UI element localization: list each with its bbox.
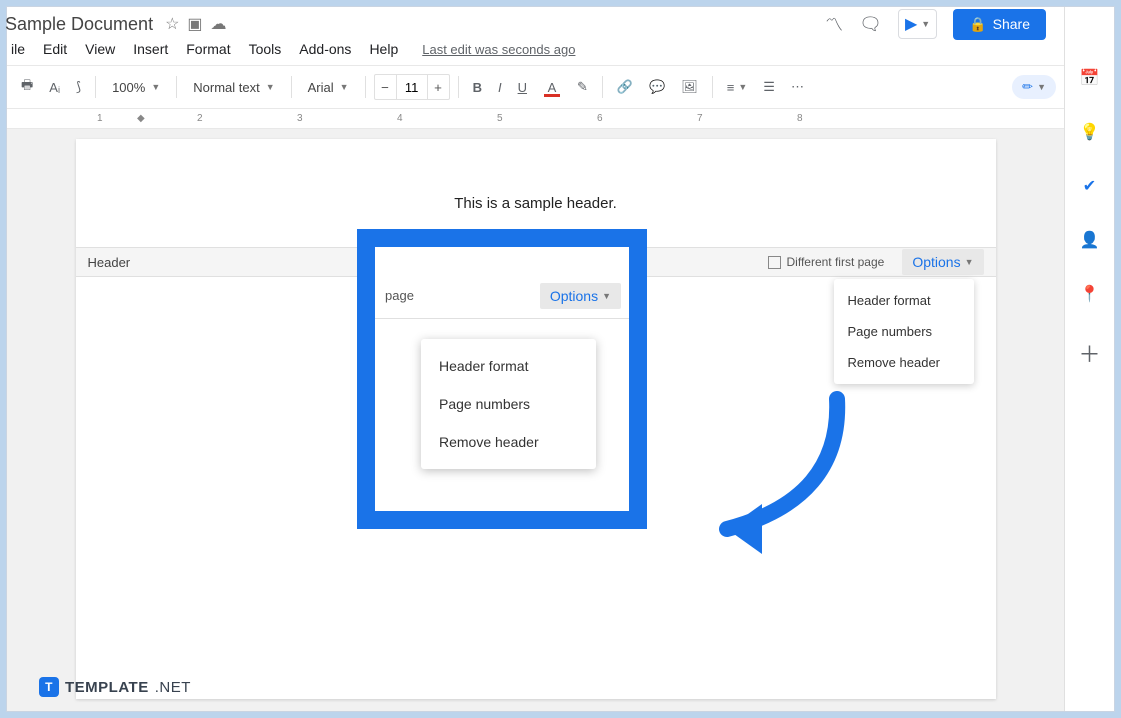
highlight-button[interactable]: ✎ [571, 75, 594, 99]
menu-tools[interactable]: Tools [249, 41, 282, 57]
present-button[interactable]: ▶▼ [898, 9, 937, 39]
move-icon[interactable]: ▣ [187, 14, 202, 34]
zoom-select[interactable]: 100%▼ [104, 76, 168, 99]
more-button[interactable]: ⋯ [785, 75, 810, 99]
brand-suffix: .NET [155, 679, 191, 696]
header-options-menu: Header format Page numbers Remove header [834, 279, 974, 384]
callout-menu-page-numbers[interactable]: Page numbers [421, 385, 596, 423]
options-label: Options [912, 254, 960, 270]
header-text[interactable]: This is a sample header. [156, 195, 916, 212]
font-size-stepper[interactable]: − + [374, 74, 450, 100]
menu-format[interactable]: Format [186, 41, 230, 57]
share-button[interactable]: 🔒 Share [953, 9, 1046, 40]
callout-box: page Options ▼ Header format Page numbers… [357, 229, 647, 529]
menu-edit[interactable]: Edit [43, 41, 67, 57]
side-panel: 📅 💡 ✔ 👤 📍 ＋ [1064, 7, 1114, 711]
caret-down-icon: ▼ [965, 257, 974, 267]
cloud-icon[interactable]: ☁ [211, 14, 227, 34]
menu-help[interactable]: Help [369, 41, 398, 57]
bold-button[interactable]: B [467, 76, 488, 99]
editing-mode-button[interactable]: ✏▼ [1012, 75, 1056, 99]
font-select[interactable]: Arial▼ [300, 76, 357, 99]
zoom-value: 100% [112, 80, 145, 95]
insert-image-button[interactable]: 🖼 [675, 75, 704, 99]
pencil-icon: ✏ [1022, 79, 1033, 95]
style-select[interactable]: Normal text▼ [185, 76, 282, 99]
different-first-page-label: Different first page [787, 255, 885, 269]
arrow-icon [667, 389, 857, 569]
caret-down-icon: ▼ [602, 291, 611, 301]
calendar-icon[interactable]: 📅 [1079, 67, 1101, 89]
contacts-icon[interactable]: 👤 [1079, 229, 1101, 251]
tasks-icon[interactable]: ✔ [1079, 175, 1101, 197]
activity-icon[interactable]: 〽 [825, 11, 843, 37]
text-color-button[interactable]: A [537, 76, 567, 99]
insert-link-button[interactable]: 🔗 [611, 75, 639, 99]
brand-badge-icon: T [39, 677, 59, 697]
lock-icon: 🔒 [969, 16, 986, 33]
menu-file[interactable]: ile [11, 41, 25, 57]
watermark: T TEMPLATE .NET [39, 677, 191, 697]
underline-button[interactable]: U [512, 76, 533, 99]
line-spacing-button[interactable]: ☰ [757, 75, 781, 99]
share-label: Share [993, 16, 1030, 32]
menu-header-format[interactable]: Header format [834, 285, 974, 316]
paint-format-icon[interactable]: ⟆ [70, 75, 87, 99]
different-first-page-checkbox[interactable] [768, 256, 781, 269]
callout-menu-remove-header[interactable]: Remove header [421, 423, 596, 461]
insert-comment-button[interactable]: 💬 [643, 75, 671, 99]
menu-view[interactable]: View [85, 41, 115, 57]
font-value: Arial [308, 80, 334, 95]
font-size-increase[interactable]: + [427, 75, 449, 99]
italic-button[interactable]: I [492, 76, 508, 99]
callout-menu-header-format[interactable]: Header format [421, 347, 596, 385]
last-edit[interactable]: Last edit was seconds ago [422, 42, 575, 57]
ruler[interactable]: ◆ 1 2 3 4 5 6 7 8 [7, 109, 1064, 129]
menu-insert[interactable]: Insert [133, 41, 168, 57]
menu-addons[interactable]: Add-ons [299, 41, 351, 57]
callout-options-menu: Header format Page numbers Remove header [421, 339, 596, 469]
header-options-button[interactable]: Options ▼ [902, 249, 983, 275]
align-button[interactable]: ≡▼ [721, 76, 754, 99]
toolbar: 🖶 Aᵢ ⟆ 100%▼ Normal text▼ Arial▼ − + B I… [7, 66, 1064, 109]
doc-title[interactable]: Sample Document [5, 14, 153, 35]
font-size-input[interactable] [397, 75, 427, 99]
present-icon: ▶ [905, 14, 917, 34]
style-value: Normal text [193, 80, 259, 95]
chevron-down-icon: ▼ [921, 19, 930, 29]
callout-options-label: Options [550, 288, 598, 304]
spellcheck-icon[interactable]: Aᵢ [43, 76, 66, 99]
keep-icon[interactable]: 💡 [1079, 121, 1101, 143]
brand-name: TEMPLATE [65, 679, 149, 696]
menu-bar: ile Edit View Insert Format Tools Add-on… [7, 37, 1064, 66]
font-size-decrease[interactable]: − [375, 75, 397, 99]
print-icon[interactable]: 🖶 [15, 72, 39, 102]
header-label: Header [88, 255, 131, 270]
callout-page-label: page [383, 288, 414, 303]
star-icon[interactable]: ☆ [165, 14, 179, 34]
comments-icon[interactable]: 🗨 [859, 14, 882, 35]
maps-icon[interactable]: 📍 [1079, 283, 1101, 305]
callout-options-button[interactable]: Options ▼ [540, 283, 621, 309]
menu-remove-header[interactable]: Remove header [834, 347, 974, 378]
add-addon-button[interactable]: ＋ [1078, 337, 1100, 369]
menu-page-numbers[interactable]: Page numbers [834, 316, 974, 347]
